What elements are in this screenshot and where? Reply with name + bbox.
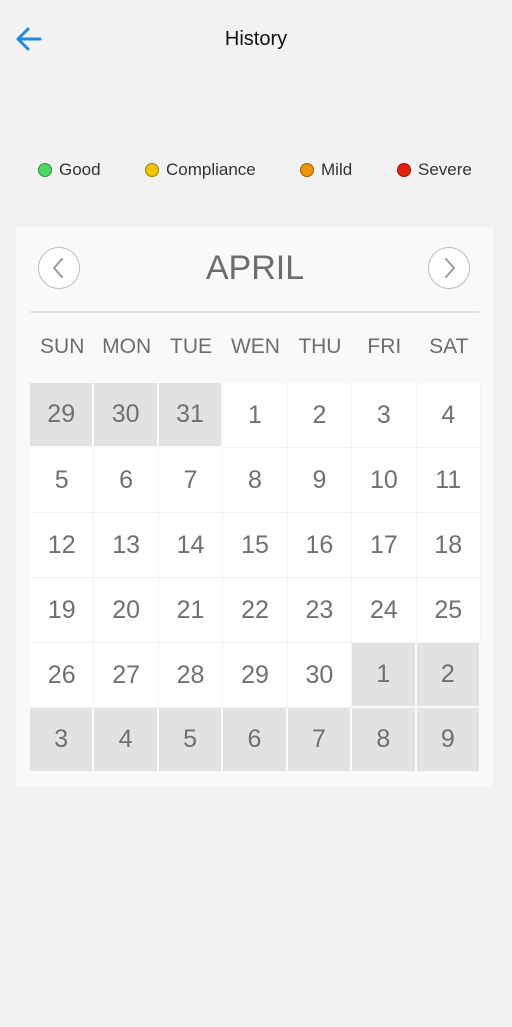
calendar-day[interactable]: 7	[158, 448, 224, 513]
calendar-day[interactable]: 30	[287, 643, 353, 708]
calendar-day[interactable]: 22	[223, 578, 288, 643]
calendar-day-outside-month[interactable]: 1	[352, 643, 417, 708]
chevron-right-icon	[445, 258, 455, 278]
calendar-day[interactable]: 24	[352, 578, 417, 643]
calendar-day[interactable]: 8	[223, 448, 288, 513]
calendar-card: APRIL SUN MON TUE WEN THU FRI SAT 29 30 31…	[16, 227, 494, 787]
weekday-label: TUE	[170, 335, 213, 358]
mild-dot-icon	[300, 163, 314, 177]
calendar-day-outside-month[interactable]: 6	[223, 708, 288, 773]
calendar-day[interactable]: 23	[287, 578, 353, 643]
divider	[30, 311, 479, 313]
severe-dot-icon	[397, 163, 411, 177]
calendar-day[interactable]: 18	[416, 513, 481, 578]
calendar-day[interactable]: 27	[94, 643, 159, 708]
legend-label: Compliance	[166, 160, 256, 179]
calendar-day[interactable]: 1	[223, 383, 288, 448]
calendar-day[interactable]: 3	[352, 383, 417, 448]
legend-item-good: Good	[38, 158, 101, 182]
weekday-label: WEN	[230, 335, 280, 358]
top-bar: History	[0, 0, 512, 78]
calendar-day-outside-month[interactable]: 31	[158, 383, 224, 448]
calendar-day[interactable]: 17	[352, 513, 417, 578]
calendar-day-outside-month[interactable]: 3	[30, 708, 95, 773]
calendar-day-outside-month[interactable]: 5	[158, 708, 224, 773]
calendar-day[interactable]: 15	[223, 513, 288, 578]
legend-item-compliance: Compliance	[145, 158, 256, 182]
calendar-day[interactable]: 4	[416, 383, 481, 448]
legend-label: Mild	[321, 160, 353, 179]
calendar-day-outside-month[interactable]: 8	[352, 708, 417, 773]
calendar-day[interactable]: 2	[287, 383, 353, 448]
calendar-day[interactable]: 14	[158, 513, 224, 578]
calendar-day[interactable]: 21	[158, 578, 224, 643]
calendar-day[interactable]: 25	[416, 578, 481, 643]
calendar-day[interactable]: 28	[158, 643, 224, 708]
calendar-day[interactable]: 6	[94, 448, 159, 513]
calendar-day-outside-month[interactable]: 9	[416, 708, 481, 773]
weekday-label: SAT	[429, 335, 469, 358]
calendar-day[interactable]: 5	[30, 448, 95, 513]
calendar-day-outside-month[interactable]: 29	[30, 383, 95, 448]
weekday-label: MON	[102, 335, 152, 358]
calendar-day-outside-month[interactable]: 30	[94, 383, 159, 448]
legend-item-severe: Severe	[397, 158, 472, 182]
good-dot-icon	[38, 163, 52, 177]
calendar-grid: 29 30 31 1 2 3 4 5 6 7 8 9 10 11 12 13 14 15 16 17 18 19 20 21 2…	[30, 383, 481, 773]
weekday-label: SUN	[40, 335, 85, 358]
legend: Good Compliance Mild Severe	[0, 158, 512, 182]
calendar-day[interactable]: 19	[30, 578, 95, 643]
weekday-label: THU	[298, 335, 342, 358]
calendar-day[interactable]: 9	[287, 448, 353, 513]
legend-label: Good	[59, 160, 101, 179]
month-title: APRIL	[205, 249, 305, 287]
calendar-day[interactable]: 11	[416, 448, 481, 513]
calendar-day[interactable]: 16	[287, 513, 353, 578]
page-title: History	[224, 28, 288, 50]
calendar-day[interactable]: 10	[352, 448, 417, 513]
calendar-day[interactable]: 26	[30, 643, 95, 708]
weekday-label: FRI	[367, 335, 402, 358]
calendar-day-outside-month[interactable]: 2	[416, 643, 481, 708]
legend-label: Severe	[418, 160, 472, 179]
calendar-day[interactable]: 29	[223, 643, 288, 708]
calendar-day-outside-month[interactable]: 4	[94, 708, 159, 773]
weekday-header: SUN MON TUE WEN THU FRI SAT	[30, 335, 481, 359]
next-month-button[interactable]	[428, 247, 470, 289]
calendar-day-outside-month[interactable]: 7	[287, 708, 353, 773]
calendar-day[interactable]: 20	[94, 578, 159, 643]
compliance-dot-icon	[145, 163, 159, 177]
calendar-day[interactable]: 12	[30, 513, 95, 578]
legend-item-mild: Mild	[300, 158, 352, 182]
calendar-day[interactable]: 13	[94, 513, 159, 578]
